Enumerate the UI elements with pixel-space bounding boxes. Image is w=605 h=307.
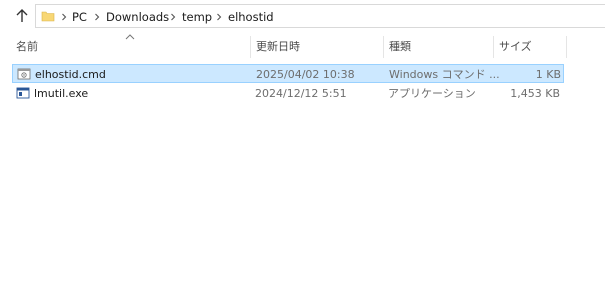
column-header-type[interactable]: 種類 <box>389 36 411 58</box>
breadcrumb-item-pc[interactable]: PC <box>72 9 87 25</box>
column-header-size[interactable]: サイズ <box>499 36 532 58</box>
file-row[interactable]: lmutil.exe 2024/12/12 5:51 アプリケーション 1,45… <box>12 84 564 103</box>
sort-ascending-icon <box>125 34 135 40</box>
file-explorer-window: PC Downloads temp elhostid 名前 更新日時 種類 サイ… <box>0 0 605 307</box>
chevron-right-icon[interactable] <box>216 13 222 21</box>
file-modified: 2024/12/12 5:51 <box>255 87 347 100</box>
file-name: lmutil.exe <box>34 87 89 100</box>
folder-icon <box>41 11 55 22</box>
up-button[interactable] <box>13 7 31 25</box>
file-name: elhostid.cmd <box>35 68 106 81</box>
breadcrumb-item-downloads[interactable]: Downloads <box>106 9 169 25</box>
chevron-right-icon[interactable] <box>170 13 176 21</box>
exe-application-icon <box>16 87 30 99</box>
file-type: アプリケーション <box>388 87 476 100</box>
column-divider[interactable] <box>566 36 567 58</box>
arrow-up-icon <box>16 9 28 22</box>
breadcrumb-item-elhostid[interactable]: elhostid <box>228 9 274 25</box>
column-divider[interactable] <box>493 36 494 58</box>
file-size: 1,453 KB <box>510 87 560 100</box>
file-row-selected[interactable]: elhostid.cmd 2025/04/02 10:38 Windows コマ… <box>12 64 564 83</box>
address-bar[interactable]: PC Downloads temp elhostid <box>35 4 605 28</box>
chevron-right-icon[interactable] <box>94 13 100 21</box>
column-divider[interactable] <box>250 36 251 58</box>
file-type: Windows コマンド ... <box>389 68 500 81</box>
chevron-right-icon[interactable] <box>61 13 67 21</box>
breadcrumb-item-temp[interactable]: temp <box>182 9 212 25</box>
file-list-empty-area[interactable] <box>0 104 605 307</box>
column-divider[interactable] <box>383 36 384 58</box>
navigation-bar: PC Downloads temp elhostid <box>0 0 605 33</box>
cmd-script-icon <box>17 68 31 80</box>
column-header-modified[interactable]: 更新日時 <box>256 36 300 58</box>
column-header-name[interactable]: 名前 <box>16 36 38 58</box>
file-modified: 2025/04/02 10:38 <box>256 68 355 81</box>
file-size: 1 KB <box>535 68 561 81</box>
